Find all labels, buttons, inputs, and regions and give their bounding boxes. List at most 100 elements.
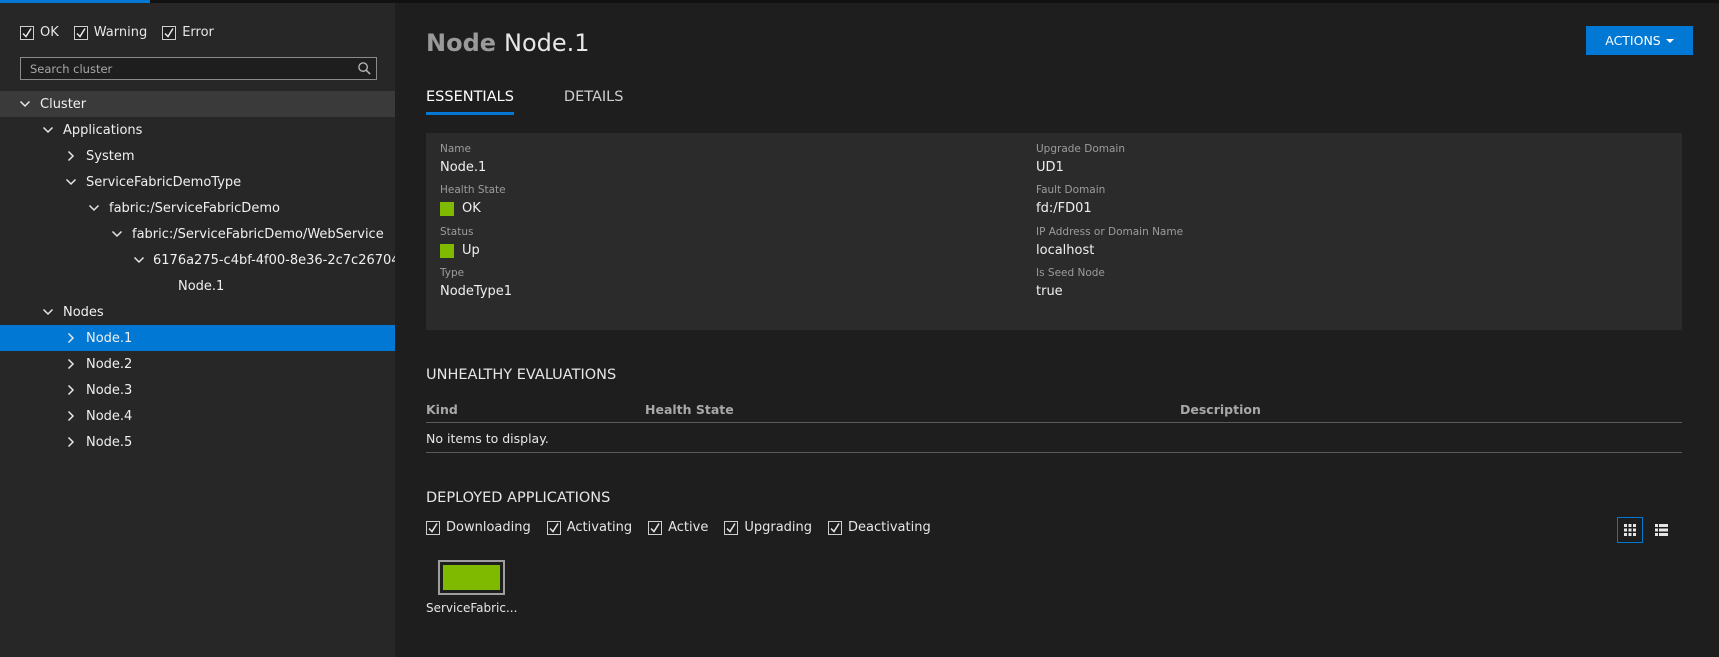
actions-button[interactable]: ACTIONS	[1586, 26, 1693, 55]
chevron-right-icon[interactable]	[64, 383, 78, 397]
essential-health-row: OK	[440, 201, 506, 216]
table-header: Kind Health State Description	[426, 397, 1682, 423]
tree-node[interactable]: Node.3	[0, 377, 395, 403]
tree-node[interactable]: Node.1	[0, 273, 395, 299]
essential-upgrade-value: UD1	[1036, 160, 1064, 175]
checkbox-activating[interactable]	[546, 520, 561, 535]
deployed-app-tile-label[interactable]: ServiceFabric...	[426, 601, 517, 615]
checkbox-error[interactable]	[162, 25, 177, 40]
app-filter-deactivating[interactable]: Deactivating	[828, 520, 931, 535]
chevron-down-icon[interactable]	[18, 97, 32, 111]
grid-view-button[interactable]	[1617, 517, 1643, 543]
chevron-right-icon[interactable]	[64, 435, 78, 449]
tree-node-label: 6176a275-c4bf-4f00-8e36-2c7c26704e69	[153, 252, 425, 268]
tree-node[interactable]: 6176a275-c4bf-4f00-8e36-2c7c26704e69	[0, 247, 424, 273]
chevron-right-icon[interactable]	[64, 149, 78, 163]
tree-node[interactable]: fabric:/ServiceFabricDemo/WebService	[0, 221, 395, 247]
filter-warning-label: Warning	[93, 25, 148, 40]
page-title-kind: Node	[426, 29, 497, 57]
tree-node-label: System	[86, 148, 135, 164]
essential-name-label: Name	[440, 143, 471, 155]
app-filter-activating[interactable]: Activating	[546, 520, 632, 535]
tree-node[interactable]: System	[0, 143, 395, 169]
checkbox-upgrading[interactable]	[724, 520, 739, 535]
essential-status-value: Up	[462, 243, 480, 258]
tile-health-fill	[443, 565, 500, 590]
essential-fault-label: Fault Domain	[1036, 184, 1106, 196]
tab-essentials[interactable]: ESSENTIALS	[426, 89, 514, 115]
column-kind[interactable]: Kind	[426, 402, 458, 417]
app-filter-downloading[interactable]: Downloading	[426, 520, 531, 535]
deployed-app-tile[interactable]	[438, 560, 505, 595]
tree-node-label: Node.1	[178, 278, 225, 294]
column-description[interactable]: Description	[1180, 402, 1261, 417]
check-icon	[726, 522, 736, 533]
filter-error[interactable]: Error	[162, 25, 214, 40]
chevron-down-icon[interactable]	[64, 175, 78, 189]
tree-node-label: Node.3	[86, 382, 133, 398]
tree-node[interactable]: Node.2	[0, 351, 395, 377]
essential-ip-label: IP Address or Domain Name	[1036, 226, 1184, 238]
chevron-right-icon[interactable]	[64, 357, 78, 371]
tree-node-label: fabric:/ServiceFabricDemo/WebService	[132, 226, 384, 242]
tree-node[interactable]: Applications	[0, 117, 395, 143]
app-filter-active[interactable]: Active	[648, 520, 708, 535]
checkbox-warning[interactable]	[73, 25, 88, 40]
essential-fault-domain: Fault Domain fd:/FD01	[1036, 184, 1105, 216]
chevron-right-icon[interactable]	[64, 331, 78, 345]
essential-seed-node: Is Seed Node true	[1036, 267, 1105, 299]
essential-fault-value: fd:/FD01	[1036, 201, 1092, 216]
app-filter-label: Downloading	[446, 520, 531, 535]
deployed-app-filters: Downloading Activating Active Upgrading Deac…	[426, 520, 931, 535]
tab-bar: ESSENTIALS DETAILS	[426, 89, 624, 115]
tree-node-label: Cluster	[40, 96, 87, 112]
tree-node-label: Node.1	[86, 330, 133, 346]
essential-health-value: OK	[462, 201, 481, 216]
filter-ok-label: OK	[40, 25, 59, 40]
tab-details[interactable]: DETAILS	[564, 89, 624, 111]
tree-node-label: Applications	[63, 122, 143, 138]
checkbox-active[interactable]	[648, 520, 663, 535]
tree-node[interactable]: Node.5	[0, 429, 395, 455]
chevron-down-icon[interactable]	[41, 123, 55, 137]
tree-node[interactable]: Node.4	[0, 403, 395, 429]
chevron-right-icon[interactable]	[64, 409, 78, 423]
tree-node[interactable]: Nodes	[0, 299, 395, 325]
essentials-panel: Name Node.1 Health State OK Status Up Ty…	[426, 133, 1682, 330]
checkbox-downloading[interactable]	[426, 520, 440, 535]
app-filter-upgrading[interactable]: Upgrading	[724, 520, 812, 535]
chevron-down-icon[interactable]	[110, 227, 124, 241]
search-icon[interactable]	[357, 61, 372, 76]
tree-node[interactable]: Node.1	[0, 325, 395, 351]
column-health-state[interactable]: Health State	[645, 402, 734, 417]
checkbox-deactivating[interactable]	[828, 520, 843, 535]
essential-status-row: Up	[440, 243, 480, 258]
essential-seed-value: true	[1036, 284, 1063, 299]
essential-status-label: Status	[440, 226, 474, 238]
table-empty-row: No items to display.	[426, 423, 1682, 453]
chevron-down-icon[interactable]	[133, 253, 145, 267]
essential-health: Health State OK	[440, 184, 506, 216]
unhealthy-evaluations-table: Kind Health State Description No items t…	[426, 397, 1682, 453]
essential-ip: IP Address or Domain Name localhost	[1036, 226, 1183, 258]
tree-node-label: ServiceFabricDemoType	[86, 174, 242, 190]
app-filter-label: Deactivating	[848, 520, 931, 535]
health-filters: OK Warning Error	[20, 25, 214, 40]
tree-node[interactable]: fabric:/ServiceFabricDemo	[0, 195, 395, 221]
filter-warning[interactable]: Warning	[73, 25, 148, 40]
essential-type-value: NodeType1	[440, 284, 513, 299]
check-icon	[428, 522, 438, 533]
essential-status: Status Up	[440, 226, 480, 258]
chevron-down-icon[interactable]	[41, 305, 55, 319]
app-filter-label: Active	[668, 520, 709, 535]
tree-node[interactable]: Cluster	[0, 91, 395, 117]
health-ok-icon	[440, 201, 454, 216]
filter-ok[interactable]: OK	[20, 25, 59, 40]
chevron-down-icon[interactable]	[87, 201, 101, 215]
list-view-button[interactable]	[1648, 517, 1674, 543]
cluster-tree: Cluster Applications System ServiceFabricDe…	[0, 91, 424, 455]
tree-node[interactable]: ServiceFabricDemoType	[0, 169, 395, 195]
checkbox-ok[interactable]	[20, 25, 34, 40]
search-box	[20, 57, 377, 80]
search-input[interactable]	[21, 58, 351, 79]
